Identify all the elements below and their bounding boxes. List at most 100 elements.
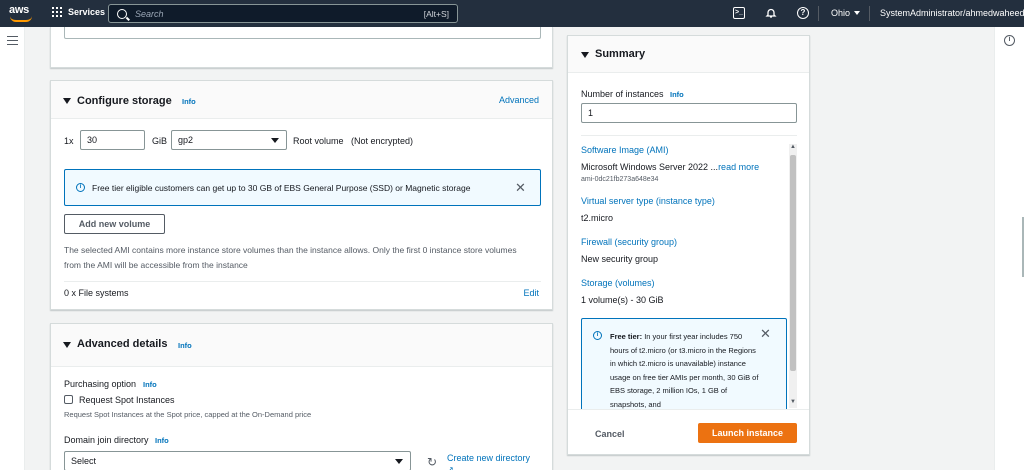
volume-multiplier: 1x	[64, 136, 74, 146]
firewall-value: New security group	[581, 254, 659, 264]
firewall-heading-link[interactable]: Firewall (security group)	[581, 237, 677, 247]
add-new-volume-button[interactable]: Add new volume	[64, 214, 165, 234]
storage-section-title: Configure storage	[77, 95, 172, 107]
volume-size-value: 30	[87, 135, 98, 145]
cancel-button[interactable]: Cancel	[595, 429, 625, 439]
read-more-link[interactable]: read more	[718, 162, 759, 172]
volume-unit-label: GiB	[152, 136, 168, 146]
previous-section-field	[64, 27, 541, 39]
instance-type-heading-link[interactable]: Virtual server type (instance type)	[581, 196, 715, 206]
search-shortcut: [Alt+S]	[423, 8, 449, 19]
spot-instances-help: Request Spot Instances at the Spot price…	[64, 410, 312, 419]
domain-info-link[interactable]: Info	[155, 436, 169, 445]
ami-name-line: Microsoft Windows Server 2022 ...read mo…	[581, 162, 759, 172]
summary-scrollbar-track[interactable]: ▲ ▼	[789, 144, 797, 408]
purchasing-info-link[interactable]: Info	[143, 380, 157, 389]
ami-id: ami-0dc21fb273a648e34	[581, 176, 659, 183]
collapse-triangle-icon[interactable]	[63, 98, 71, 104]
file-systems-edit-link[interactable]: Edit	[523, 288, 539, 298]
services-menu-button[interactable]: Services	[52, 7, 105, 17]
instances-info-link[interactable]: Info	[670, 90, 684, 99]
scroll-down-arrow-icon[interactable]: ▼	[790, 399, 796, 405]
free-tier-body: In your first year includes 750 hours of…	[610, 332, 759, 409]
search-input[interactable]: Search [Alt+S]	[108, 4, 458, 23]
aws-smile-icon	[10, 16, 32, 22]
collapse-triangle-icon[interactable]	[581, 52, 589, 58]
region-selector[interactable]: Ohio	[831, 8, 861, 18]
caret-down-icon	[395, 459, 403, 464]
advanced-info-link[interactable]: Info	[178, 341, 192, 350]
info-panel-icon[interactable]: i	[1004, 35, 1015, 46]
free-tier-storage-text: Free tier eligible customers can get up …	[92, 183, 471, 193]
root-volume-label: Root volume	[293, 136, 344, 146]
add-volume-label: Add new volume	[78, 219, 151, 229]
launch-instance-button[interactable]: Launch instance	[698, 423, 797, 443]
info-circle-icon: i	[76, 183, 85, 192]
search-icon	[117, 8, 127, 19]
left-side-rail	[0, 27, 25, 470]
divider	[64, 281, 541, 282]
close-icon[interactable]: ✕	[515, 180, 526, 196]
advanced-section-title: Advanced details	[77, 338, 168, 350]
ami-heading-link[interactable]: Software Image (AMI)	[581, 145, 669, 155]
bell-icon[interactable]	[765, 7, 777, 19]
launch-instance-label: Launch instance	[711, 428, 783, 438]
caret-down-icon	[271, 138, 279, 143]
instances-count-label: Number of instances	[581, 89, 664, 99]
hamburger-menu-icon[interactable]	[7, 36, 18, 45]
aws-logo[interactable]: aws	[9, 4, 35, 23]
instances-count-value: 1	[588, 108, 594, 118]
account-menu[interactable]: SystemAdministrator/ahmedwaheed	[880, 8, 1024, 18]
free-tier-summary-text: Free tier: In your first year includes 7…	[610, 330, 760, 409]
storage-heading-link[interactable]: Storage (volumes)	[581, 278, 655, 288]
purchasing-option-label: Purchasing option	[64, 379, 137, 389]
aws-logo-text: aws	[9, 4, 29, 16]
storage-advanced-link[interactable]: Advanced	[499, 95, 539, 105]
spot-instances-checkbox[interactable]	[64, 395, 73, 404]
top-navigation-bar: aws Services Search [Alt+S] >_ ? Ohio Sy…	[0, 0, 1024, 27]
ami-name: Microsoft Windows Server 2022 ...	[581, 162, 719, 172]
summary-panel: Summary Number of instances Info 1 Softw…	[567, 35, 810, 455]
free-tier-summary-alert: i Free tier: In your first year includes…	[581, 318, 787, 409]
summary-scrollbar-thumb[interactable]	[790, 155, 796, 371]
divider	[869, 6, 870, 21]
info-circle-icon: i	[593, 331, 602, 340]
advanced-details-panel: Advanced details Info Purchasing option …	[50, 323, 553, 470]
volume-size-input[interactable]: 30	[80, 130, 145, 150]
collapse-triangle-icon[interactable]	[63, 342, 71, 348]
domain-join-label: Domain join directory	[64, 435, 149, 445]
account-label: SystemAdministrator/ahmedwaheed	[880, 8, 1024, 18]
domain-join-select[interactable]: Select	[64, 451, 411, 470]
spot-instances-label: Request Spot Instances	[79, 395, 175, 405]
scroll-up-arrow-icon[interactable]: ▲	[790, 144, 796, 150]
divider	[568, 409, 809, 410]
summary-title: Summary	[595, 48, 646, 60]
close-icon[interactable]: ✕	[760, 326, 771, 342]
services-label: Services	[68, 7, 106, 17]
summary-scroll-area: Software Image (AMI) Microsoft Windows S…	[568, 136, 809, 409]
storage-info-link[interactable]: Info	[182, 97, 196, 106]
previous-section-panel	[50, 27, 553, 68]
caret-down-icon	[854, 11, 861, 15]
volume-type-select[interactable]: gp2	[171, 130, 287, 150]
free-tier-bold: Free tier:	[610, 332, 643, 341]
refresh-icon[interactable]: ↻	[427, 455, 437, 469]
instance-type-value: t2.micro	[581, 213, 614, 223]
volume-type-value: gp2	[178, 135, 194, 145]
external-link-icon: ↗	[447, 465, 454, 470]
divider	[818, 6, 819, 21]
right-side-rail: i	[994, 27, 1024, 470]
instance-store-note: The selected AMI contains more instance …	[64, 245, 517, 270]
search-placeholder: Search	[135, 8, 164, 19]
encryption-status: (Not encrypted)	[351, 136, 414, 146]
file-systems-count: 0 x File systems	[64, 288, 129, 298]
region-label: Ohio	[831, 8, 851, 18]
cloudshell-icon[interactable]: >_	[733, 7, 745, 19]
create-directory-link[interactable]: Create new directory	[447, 453, 530, 463]
help-icon[interactable]: ?	[797, 7, 809, 19]
configure-storage-panel: Configure storage Info Advanced 1x 30 Gi…	[50, 80, 553, 310]
domain-select-value: Select	[71, 456, 97, 466]
instances-count-input[interactable]: 1	[581, 103, 797, 123]
free-tier-storage-alert: i Free tier eligible customers can get u…	[64, 169, 541, 206]
grid-icon	[52, 7, 62, 17]
